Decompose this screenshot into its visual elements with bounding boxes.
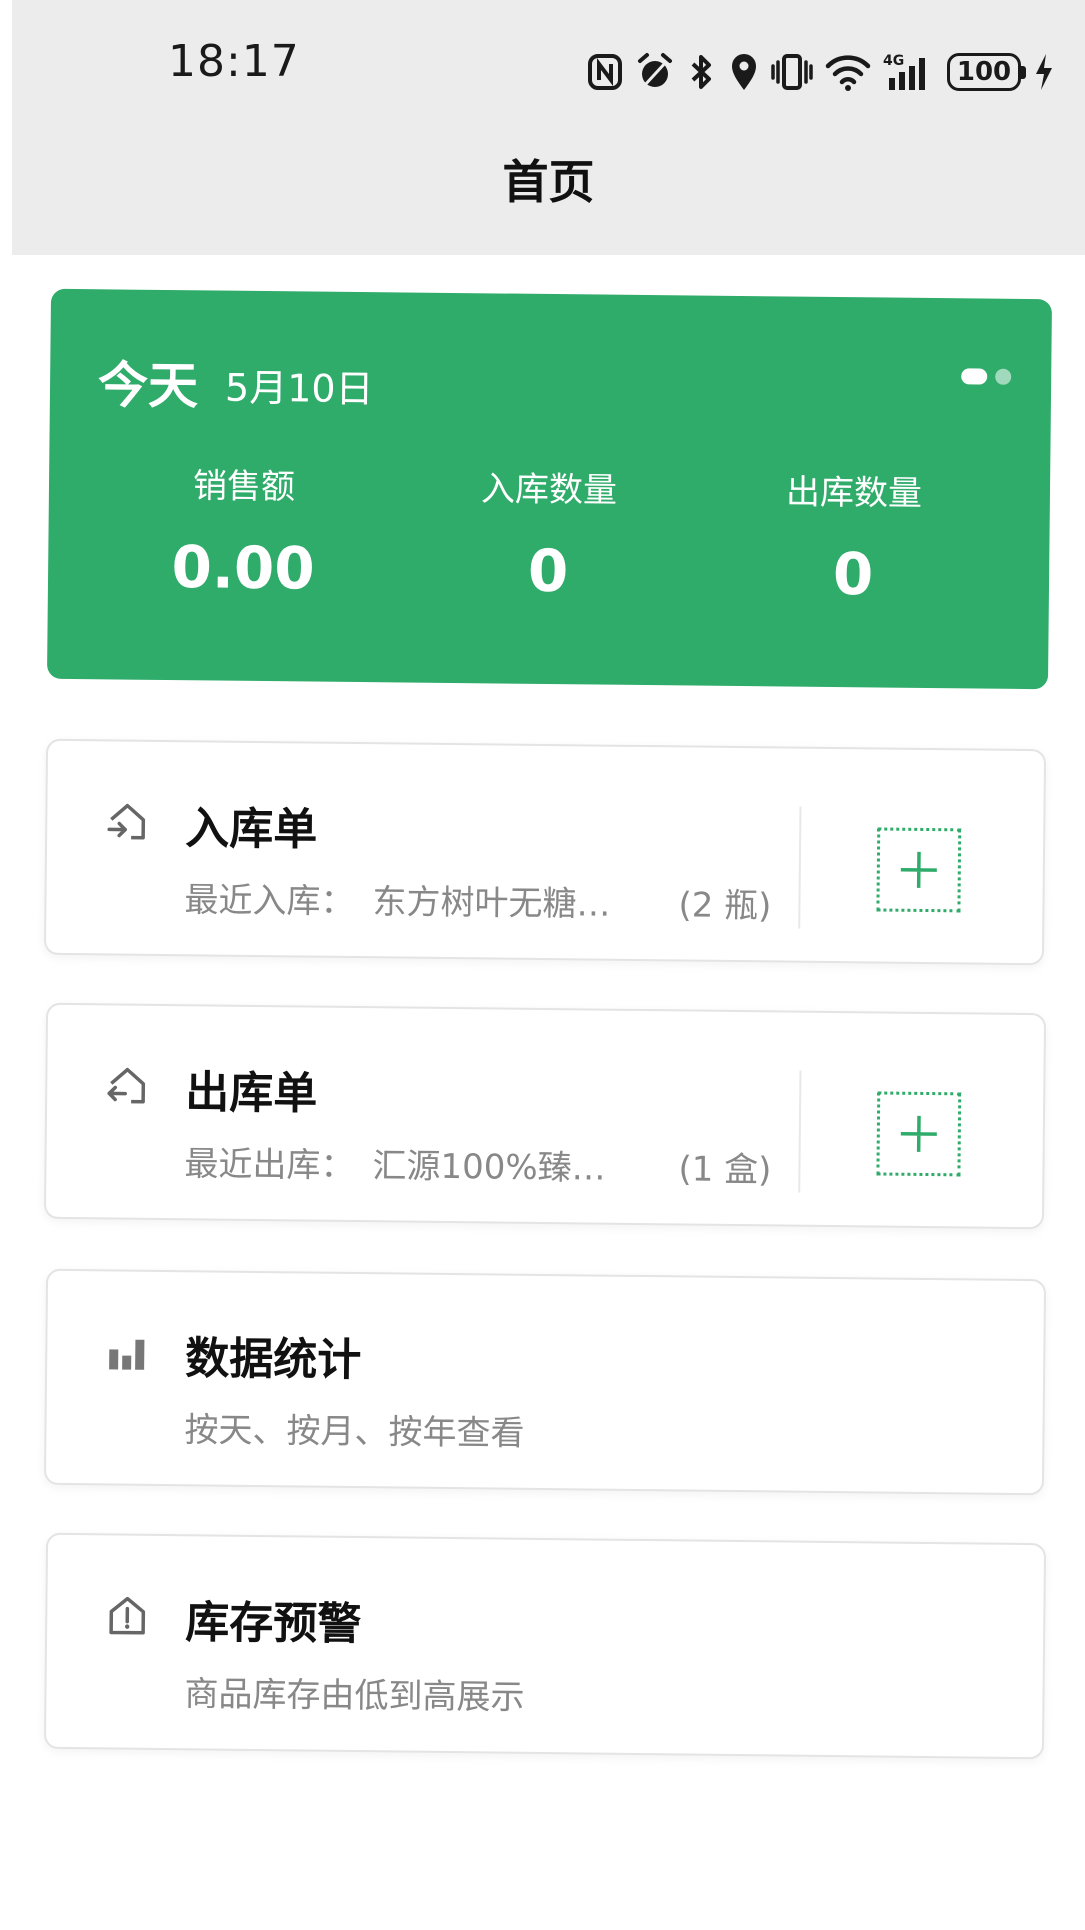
plus-icon bbox=[900, 851, 937, 888]
stat-sales-value: 0.00 bbox=[171, 533, 316, 603]
summary-date: 5月10日 bbox=[224, 365, 374, 412]
stat-inbound-label: 入库数量 bbox=[480, 469, 618, 511]
data-statistics-card[interactable]: 数据统计 按天、按月、按年查看 bbox=[43, 1268, 1047, 1496]
bluetooth-icon bbox=[691, 55, 711, 89]
statistics-subtitle: 按天、按月、按年查看 bbox=[184, 1410, 525, 1454]
summary-today-label: 今天 bbox=[97, 356, 199, 416]
stat-outbound-label: 出库数量 bbox=[785, 472, 923, 514]
bar-chart-icon bbox=[109, 1339, 145, 1370]
pager-dot-active bbox=[961, 368, 988, 385]
inbound-recent: 最近入库： 东方树叶无糖… (2 瓶) bbox=[184, 872, 771, 926]
inbound-order-card[interactable]: 入库单 最近入库： 东方树叶无糖… (2 瓶) bbox=[43, 738, 1047, 966]
warning-title: 库存预警 bbox=[184, 1597, 362, 1651]
outbound-recent-qty: (1 盒) bbox=[678, 1149, 772, 1191]
nfc-icon bbox=[588, 54, 622, 90]
stat-inbound-value: 0 bbox=[527, 536, 569, 606]
outbound-divider bbox=[798, 1070, 802, 1193]
outbound-recent-label: 最近出库： bbox=[184, 1144, 355, 1187]
alarm-icon bbox=[638, 53, 672, 88]
warning-subtitle: 商品库存由低到高展示 bbox=[184, 1674, 525, 1718]
page-title: 首页 bbox=[502, 155, 595, 209]
inbound-divider bbox=[798, 806, 802, 929]
signal-4g-icon: 4G bbox=[883, 53, 925, 90]
stat-outbound: 出库数量 0 bbox=[723, 464, 984, 610]
warning-house-icon bbox=[109, 1596, 146, 1635]
outbound-title: 出库单 bbox=[184, 1067, 318, 1120]
outbound-recent-item: 汇源100%臻… bbox=[372, 1146, 606, 1189]
today-summary-card[interactable]: 今天 5月10日 销售额 0.00 入库数量 0 出库数量 0 bbox=[46, 288, 1053, 690]
status-icons: 4G 100 bbox=[587, 44, 1055, 100]
inbound-recent-item: 东方树叶无糖… bbox=[372, 882, 611, 925]
wifi-icon bbox=[825, 55, 871, 91]
app-root: 18:17 4G 100 首页 今天 5月10日 销售额 0.00 入库数量 0… bbox=[0, 0, 1085, 1930]
location-icon bbox=[732, 54, 756, 90]
add-outbound-button[interactable] bbox=[876, 1091, 962, 1177]
outbound-recent: 最近出库： 汇源100%臻… (1 盒) bbox=[184, 1136, 771, 1190]
add-inbound-button[interactable] bbox=[876, 827, 962, 913]
inbound-recent-qty: (2 瓶) bbox=[678, 885, 772, 927]
stat-outbound-value: 0 bbox=[832, 539, 874, 609]
stock-warning-card[interactable]: 库存预警 商品库存由低到高展示 bbox=[43, 1532, 1047, 1760]
inbound-icon bbox=[107, 803, 146, 840]
status-time: 18:17 bbox=[168, 36, 300, 87]
stat-inbound: 入库数量 0 bbox=[418, 461, 679, 607]
charging-icon bbox=[1036, 54, 1052, 90]
vibrate-icon bbox=[771, 54, 813, 90]
inbound-title: 入库单 bbox=[184, 803, 318, 856]
stat-sales: 销售额 0.00 bbox=[113, 457, 374, 603]
statistics-title: 数据统计 bbox=[184, 1333, 362, 1387]
stat-sales-label: 销售额 bbox=[192, 466, 296, 508]
battery-level: 100 bbox=[956, 57, 1012, 87]
inbound-recent-label: 最近入库： bbox=[184, 880, 355, 923]
pager-dot bbox=[995, 368, 1012, 385]
header: 18:17 4G 100 首页 bbox=[12, 0, 1085, 255]
network-type: 4G bbox=[883, 53, 904, 69]
outbound-order-card[interactable]: 出库单 最近出库： 汇源100%臻… (1 盒) bbox=[43, 1002, 1047, 1230]
battery-icon: 100 bbox=[947, 53, 1026, 91]
plus-icon bbox=[900, 1115, 937, 1152]
outbound-icon bbox=[107, 1067, 146, 1104]
summary-pager bbox=[961, 368, 1012, 385]
